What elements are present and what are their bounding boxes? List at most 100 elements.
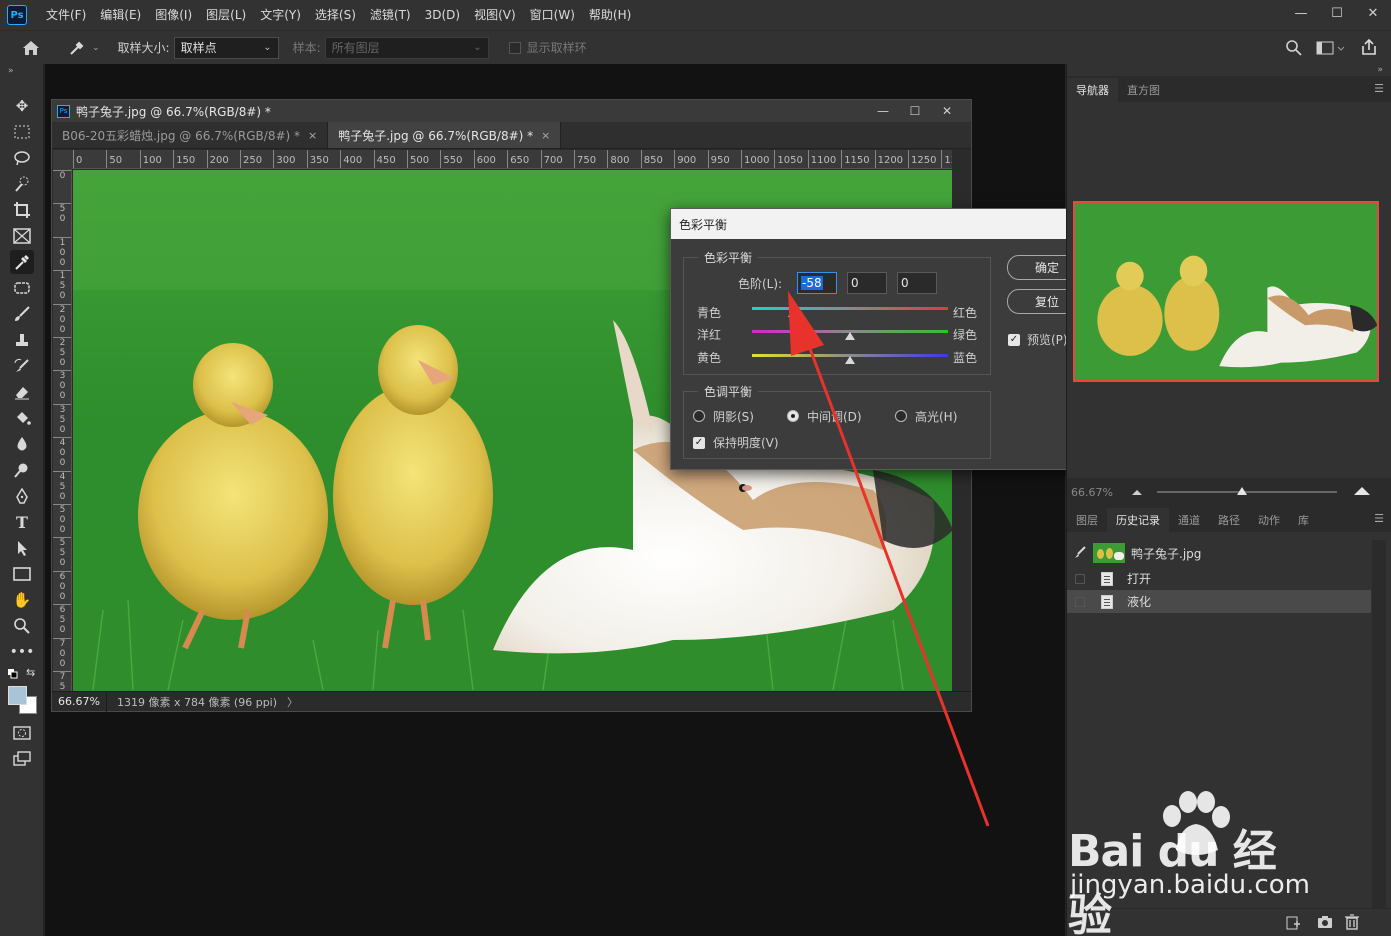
pen-tool-icon[interactable] xyxy=(10,484,34,508)
rectangle-tool-icon[interactable] xyxy=(10,562,34,586)
history-brush-source-icon[interactable] xyxy=(1073,545,1087,562)
history-snapshot[interactable]: 鸭子兔子.jpg xyxy=(1067,540,1371,566)
history-item-checkbox[interactable] xyxy=(1075,573,1085,584)
tab-layers[interactable]: 图层 xyxy=(1067,508,1107,532)
home-icon[interactable] xyxy=(16,40,46,56)
tab-histogram[interactable]: 直方图 xyxy=(1118,78,1169,102)
history-item[interactable]: 打开 xyxy=(1067,567,1371,590)
camera-icon[interactable] xyxy=(1317,915,1333,932)
doc-minimize-button[interactable]: — xyxy=(867,104,899,118)
hand-tool-icon[interactable]: ✋ xyxy=(10,588,34,612)
maximize-button[interactable]: ☐ xyxy=(1319,0,1355,26)
clone-stamp-tool-icon[interactable] xyxy=(10,328,34,352)
preserve-luminosity-checkbox[interactable]: ✓ xyxy=(693,437,705,449)
menu-help[interactable]: 帮助(H) xyxy=(582,0,638,30)
workspace-icon[interactable] xyxy=(1316,40,1345,59)
menu-edit[interactable]: 编辑(E) xyxy=(93,0,148,30)
lasso-tool-icon[interactable] xyxy=(10,146,34,170)
cyan-red-slider-thumb[interactable] xyxy=(788,309,799,317)
menu-3d[interactable]: 3D(D) xyxy=(418,0,467,30)
magenta-green-slider-thumb[interactable] xyxy=(845,332,855,340)
navigator-preview[interactable] xyxy=(1073,201,1379,382)
history-brush-tool-icon[interactable] xyxy=(10,354,34,378)
minimize-button[interactable]: — xyxy=(1283,0,1319,26)
more-tools-icon[interactable]: ••• xyxy=(10,640,35,664)
photoshop-logo-icon[interactable]: Ps xyxy=(7,5,27,25)
healing-brush-tool-icon[interactable] xyxy=(10,276,34,300)
eyedropper-tool-icon[interactable] xyxy=(10,250,34,274)
type-tool-icon[interactable]: T xyxy=(10,510,34,534)
highlights-radio[interactable] xyxy=(895,410,907,422)
sample-size-select[interactable]: 取样点 ⌄ xyxy=(173,36,279,59)
history-item-checkbox[interactable] xyxy=(1075,596,1085,607)
collapse-toolbar-icon[interactable]: » xyxy=(8,66,14,76)
level-cyan-red-input[interactable]: -58 xyxy=(797,272,837,294)
dodge-tool-icon[interactable] xyxy=(10,458,34,482)
zoom-out-icon[interactable] xyxy=(1131,485,1143,499)
doc-close-button[interactable]: ✕ xyxy=(931,104,963,118)
tab-candles[interactable]: B06-20五彩蜡烛.jpg @ 66.7%(RGB/8#) * × xyxy=(52,122,329,148)
move-tool-icon[interactable]: ✥ xyxy=(10,94,34,118)
path-selection-tool-icon[interactable] xyxy=(10,536,34,560)
menu-window[interactable]: 窗口(W) xyxy=(523,0,582,30)
doc-maximize-button[interactable]: ☐ xyxy=(899,104,931,118)
tab-duck-rabbit[interactable]: 鸭子兔子.jpg @ 66.7%(RGB/8#) * × xyxy=(328,122,562,148)
yellow-blue-slider-thumb[interactable] xyxy=(845,356,855,364)
menu-filter[interactable]: 滤镜(T) xyxy=(363,0,418,30)
tab-close-icon[interactable]: × xyxy=(308,129,317,142)
default-colors-icon[interactable] xyxy=(8,668,18,682)
dialog-title-bar[interactable]: 色彩平衡 ✕ xyxy=(671,209,1097,239)
zoom-in-icon[interactable] xyxy=(1353,485,1371,499)
blur-tool-icon[interactable] xyxy=(10,432,34,456)
level-magenta-green-input[interactable]: 0 xyxy=(847,272,887,294)
sample-select[interactable]: 所有图层 ⌄ xyxy=(324,36,489,59)
zoom-tool-icon[interactable] xyxy=(10,614,34,638)
trash-icon[interactable] xyxy=(1345,914,1359,933)
paint-bucket-tool-icon[interactable] xyxy=(10,406,34,430)
search-icon[interactable] xyxy=(1285,39,1303,60)
marquee-tool-icon[interactable] xyxy=(10,120,34,144)
tab-close-icon[interactable]: × xyxy=(541,129,550,142)
screen-mode-icon[interactable] xyxy=(10,747,34,771)
crop-tool-icon[interactable] xyxy=(10,198,34,222)
swap-colors-icon[interactable]: ⇆ xyxy=(26,666,35,679)
shadows-radio[interactable] xyxy=(693,410,705,422)
menu-layer[interactable]: 图层(L) xyxy=(199,0,253,30)
tab-channels[interactable]: 通道 xyxy=(1169,508,1209,532)
menu-image[interactable]: 图像(I) xyxy=(148,0,199,30)
menu-file[interactable]: 文件(F) xyxy=(39,0,93,30)
tab-history[interactable]: 历史记录 xyxy=(1107,508,1169,532)
eyedropper-tool-preset-icon[interactable]: ⌄ xyxy=(68,39,100,57)
menu-select[interactable]: 选择(S) xyxy=(308,0,363,30)
level-yellow-blue-input[interactable]: 0 xyxy=(897,272,937,294)
preview-checkbox[interactable]: ✓ xyxy=(1008,334,1020,346)
navigator-zoom-value[interactable]: 66.67% xyxy=(1071,486,1113,499)
foreground-color-swatch[interactable] xyxy=(8,686,27,705)
tab-navigator[interactable]: 导航器 xyxy=(1067,78,1118,102)
navigator-zoom-slider[interactable] xyxy=(1156,487,1337,495)
document-title-bar[interactable]: Ps 鸭子兔子.jpg @ 66.7%(RGB/8#) * — ☐ ✕ xyxy=(52,100,971,122)
menu-view[interactable]: 视图(V) xyxy=(467,0,523,30)
status-menu-arrow-icon[interactable]: 〉 xyxy=(287,694,298,710)
quick-selection-tool-icon[interactable] xyxy=(10,172,34,196)
navigator-zoom-thumb[interactable] xyxy=(1236,487,1247,495)
history-item[interactable]: 液化 xyxy=(1067,590,1371,613)
panel-menu-icon[interactable]: ☰ xyxy=(1374,82,1384,95)
collapse-panels-icon[interactable]: » xyxy=(1377,65,1383,75)
menu-type[interactable]: 文字(Y) xyxy=(253,0,308,30)
share-icon[interactable] xyxy=(1360,38,1378,59)
cyan-red-slider[interactable] xyxy=(752,307,948,310)
tab-libraries[interactable]: 库 xyxy=(1289,508,1318,532)
tab-actions[interactable]: 动作 xyxy=(1249,508,1289,532)
quick-mask-icon[interactable] xyxy=(10,721,34,745)
panel-menu-icon[interactable]: ☰ xyxy=(1374,512,1384,525)
show-ring-checkbox[interactable] xyxy=(508,41,521,54)
tab-paths[interactable]: 路径 xyxy=(1209,508,1249,532)
close-button[interactable]: ✕ xyxy=(1355,0,1391,26)
midtones-radio[interactable] xyxy=(787,410,799,422)
eraser-tool-icon[interactable] xyxy=(10,380,34,404)
frame-tool-icon[interactable] xyxy=(10,224,34,248)
history-scrollbar[interactable] xyxy=(1372,540,1386,910)
zoom-level[interactable]: 66.67% xyxy=(52,691,107,712)
brush-tool-icon[interactable] xyxy=(10,302,34,326)
